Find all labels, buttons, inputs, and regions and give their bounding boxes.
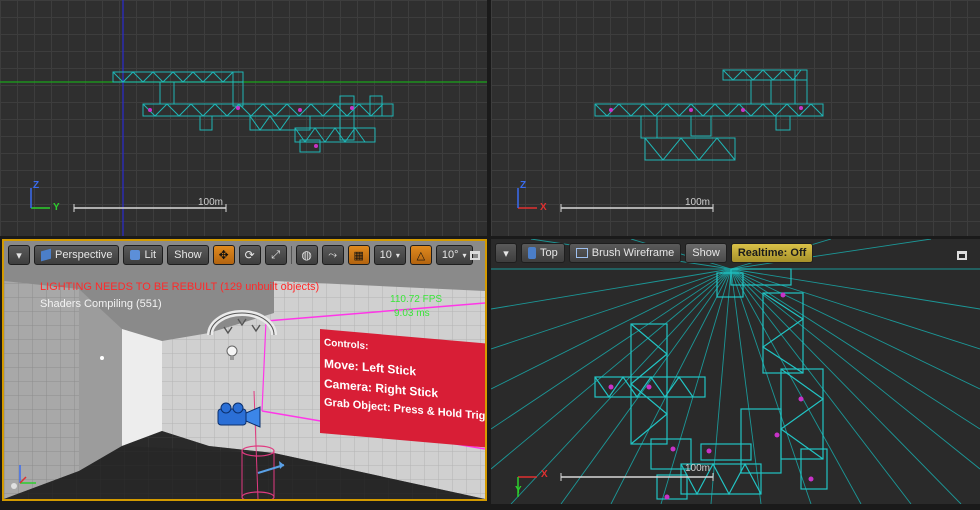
controls-sign: Controls: Move: Left Stick Camera: Right… (320, 329, 485, 448)
axis-gizmo-icon (19, 465, 36, 484)
top-view-icon (528, 247, 536, 259)
scale-label: 100m (685, 463, 711, 474)
side-wireframe (0, 0, 487, 236)
top-wireframe (491, 239, 980, 504)
fps-counter: 110.72 FPS (390, 294, 443, 305)
lit-sphere-icon (130, 250, 141, 260)
viewport-top[interactable]: 100m Y X ▾ Top Brush Wireframe Show Real… (491, 239, 980, 504)
view-mode-button[interactable]: Top (521, 243, 565, 263)
translate-tool-icon[interactable]: ✥ (212, 245, 235, 265)
viewport-side[interactable]: 100m Z Y (0, 0, 487, 236)
view-mode-button[interactable]: Perspective (34, 245, 120, 265)
scale-label: 100m (198, 197, 224, 208)
top-viewport-toolbar: ▾ Top Brush Wireframe Show Realtime: Off (491, 239, 814, 267)
maximize-viewport-icon[interactable] (470, 251, 480, 260)
axis-y-label: Y (515, 485, 522, 496)
scale-tool-icon[interactable]: ⤢ (264, 245, 287, 265)
front-wireframe (517, 69, 824, 212)
show-button[interactable]: Show (685, 243, 727, 263)
axis-z-label: Z (33, 180, 40, 191)
realtime-toggle[interactable]: Realtime: Off (730, 243, 814, 263)
shaders-compiling-text: Shaders Compiling (551) (40, 298, 162, 310)
world-space-icon[interactable]: ◍ (295, 245, 318, 265)
viewport-perspective[interactable]: Controls: Move: Left Stick Camera: Right… (2, 239, 487, 501)
viewport-front[interactable]: 100m Z X (491, 0, 980, 236)
light-gizmo-icon[interactable] (206, 307, 278, 363)
grid-snap-icon[interactable]: ▦ (347, 245, 370, 265)
axis-z-label: Z (520, 180, 527, 191)
frame-time: 9.03 ms (394, 308, 430, 319)
angle-snap-icon[interactable]: △ (409, 245, 432, 265)
viewport-menu-button[interactable]: ▾ (8, 245, 30, 265)
angle-snap-value[interactable]: 10° ▾ (435, 245, 473, 265)
lit-mode-button[interactable]: Lit (123, 245, 164, 265)
viewport-menu-button[interactable]: ▾ (495, 243, 517, 263)
maximize-viewport-icon[interactable] (957, 251, 967, 260)
brush-wireframe-icon (575, 248, 588, 258)
camera-actor-icon[interactable] (214, 401, 266, 431)
perspective-toolbar: ▾ Perspective Lit Show ✥ ⟳ ⤢ ◍ ⤳ ▦ 10 ▾ △… (4, 241, 485, 269)
scale-label: 100m (685, 197, 711, 208)
lighting-warning: LIGHTING NEEDS TO BE REBUILT (129 unbuil… (40, 281, 320, 293)
rotate-tool-icon[interactable]: ⟳ (238, 245, 261, 265)
grid-snap-value[interactable]: 10 ▾ (373, 245, 406, 265)
axis-y-label: Y (53, 202, 60, 213)
surface-snap-icon[interactable]: ⤳ (321, 245, 344, 265)
axis-x-label: X (540, 202, 547, 213)
render-mode-button[interactable]: Brush Wireframe (568, 243, 682, 263)
show-button[interactable]: Show (167, 245, 209, 265)
perspective-cube-icon (41, 248, 51, 262)
axis-x-label: X (541, 469, 548, 480)
